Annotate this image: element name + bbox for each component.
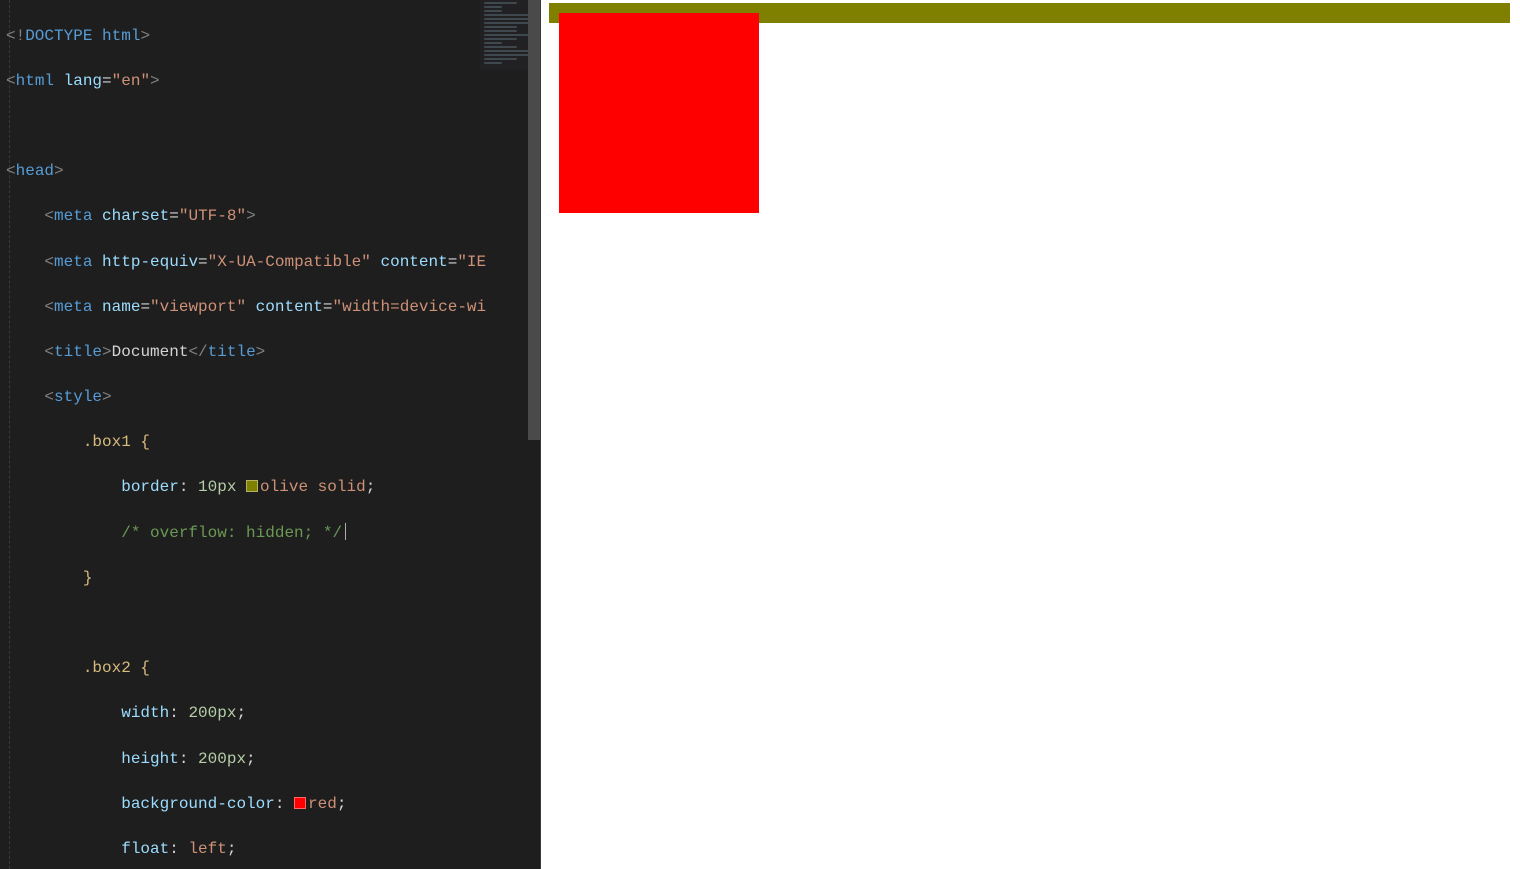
code-line[interactable]: <meta name="viewport" content="width=dev… bbox=[6, 296, 540, 319]
code-line[interactable]: <title>Document</title> bbox=[6, 341, 540, 364]
code-line[interactable]: <html lang="en"> bbox=[6, 70, 540, 93]
editor-scrollbar[interactable] bbox=[526, 0, 540, 869]
preview-box1 bbox=[549, 3, 1510, 23]
code-line[interactable]: <meta charset="UTF-8"> bbox=[6, 205, 540, 228]
code-line[interactable]: border: 10px olive solid; bbox=[6, 476, 540, 499]
text-cursor-icon bbox=[345, 523, 346, 540]
code-line[interactable]: background-color: red; bbox=[6, 793, 540, 816]
code-line[interactable]: <head> bbox=[6, 160, 540, 183]
app-root: <!DOCTYPE html> <html lang="en"> <head> … bbox=[0, 0, 1520, 869]
olive-swatch-icon bbox=[246, 480, 258, 492]
code-line[interactable]: <style> bbox=[6, 386, 540, 409]
code-line[interactable]: <!DOCTYPE html> bbox=[6, 25, 540, 48]
preview-pane bbox=[540, 0, 1520, 869]
preview-box2 bbox=[559, 13, 759, 213]
scrollbar-thumb[interactable] bbox=[528, 0, 540, 440]
code-line[interactable]: height: 200px; bbox=[6, 748, 540, 771]
code-line[interactable]: width: 200px; bbox=[6, 702, 540, 725]
code-line[interactable]: .box2 { bbox=[6, 657, 540, 680]
code-line[interactable]: /* overflow: hidden; */ bbox=[6, 522, 540, 545]
code-line[interactable]: float: left; bbox=[6, 838, 540, 861]
code-content[interactable]: <!DOCTYPE html> <html lang="en"> <head> … bbox=[0, 0, 540, 869]
code-line[interactable]: .box1 { bbox=[6, 431, 540, 454]
red-swatch-icon bbox=[294, 797, 306, 809]
code-line[interactable]: } bbox=[6, 567, 540, 590]
code-editor-pane[interactable]: <!DOCTYPE html> <html lang="en"> <head> … bbox=[0, 0, 540, 869]
code-line[interactable]: <meta http-equiv="X-UA-Compatible" conte… bbox=[6, 251, 540, 274]
